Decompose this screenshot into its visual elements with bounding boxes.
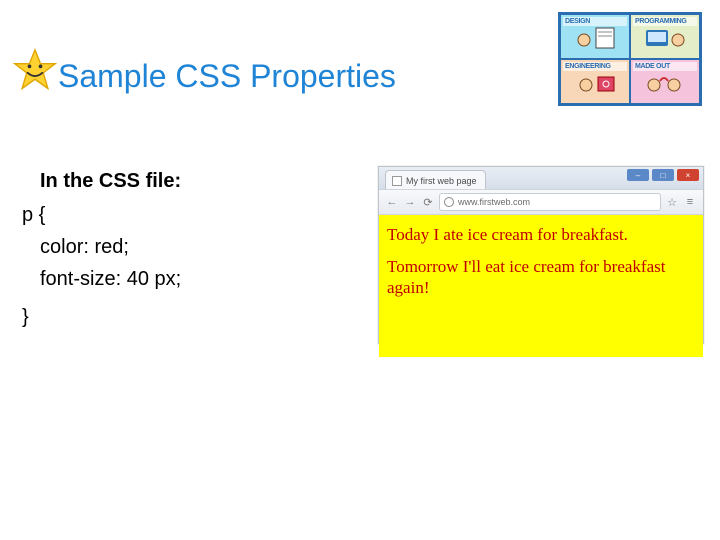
comic-panel-programming: PROGRAMMING <box>630 14 700 59</box>
slide-title: Sample CSS Properties <box>58 58 396 95</box>
code-line-selector: p { <box>22 199 362 231</box>
address-bar[interactable]: www.firstweb.com <box>439 193 661 211</box>
star-bullet-icon <box>12 48 58 94</box>
comic-panel-label: MADE OUT <box>633 62 697 71</box>
css-code-block: In the CSS file: p { color: red; font-si… <box>22 165 362 333</box>
comic-art-icon <box>640 22 690 52</box>
code-line-prop: font-size: 40 px; <box>40 263 362 295</box>
globe-icon <box>444 197 454 207</box>
comic-art-icon <box>570 22 620 52</box>
comic-art-icon <box>570 67 620 97</box>
code-line-prop: color: red; <box>40 231 362 263</box>
comic-panel-made-out: MADE OUT <box>630 59 700 104</box>
address-bar-text: www.firstweb.com <box>458 197 530 207</box>
window-min-button[interactable]: – <box>627 169 649 181</box>
comic-panel-design: DESIGN <box>560 14 630 59</box>
window-controls: – □ × <box>627 169 699 181</box>
browser-tab-title: My first web page <box>406 176 477 186</box>
menu-button[interactable]: ≡ <box>683 195 697 209</box>
browser-toolbar: ← → ⟳ www.firstweb.com ☆ ≡ <box>379 189 703 215</box>
corner-comic: DESIGN PROGRAMMING ENGINEERING <box>558 12 702 106</box>
bookmark-button[interactable]: ☆ <box>665 195 679 209</box>
forward-button[interactable]: → <box>403 195 417 209</box>
comic-art-icon <box>640 67 690 97</box>
code-line-close: } <box>22 301 362 333</box>
code-heading: In the CSS file: <box>40 165 362 197</box>
page-paragraph: Tomorrow I'll eat ice cream for breakfas… <box>387 257 695 298</box>
browser-tabstrip: My first web page – □ × <box>379 167 703 189</box>
browser-viewport: Today I ate ice cream for breakfast. Tom… <box>379 215 703 357</box>
page-paragraph: Today I ate ice cream for breakfast. <box>387 225 695 245</box>
favicon-icon <box>392 176 402 186</box>
slide: DESIGN PROGRAMMING ENGINEERING <box>0 0 720 540</box>
browser-mock: My first web page – □ × ← → ⟳ www.firstw… <box>378 166 704 344</box>
reload-button[interactable]: ⟳ <box>421 195 435 209</box>
comic-panel-label: ENGINEERING <box>563 62 627 71</box>
comic-panel-engineering: ENGINEERING <box>560 59 630 104</box>
comic-panel-label: PROGRAMMING <box>633 17 697 26</box>
browser-tab[interactable]: My first web page <box>385 170 486 189</box>
window-close-button[interactable]: × <box>677 169 699 181</box>
comic-panel-label: DESIGN <box>563 17 627 26</box>
back-button[interactable]: ← <box>385 195 399 209</box>
window-max-button[interactable]: □ <box>652 169 674 181</box>
